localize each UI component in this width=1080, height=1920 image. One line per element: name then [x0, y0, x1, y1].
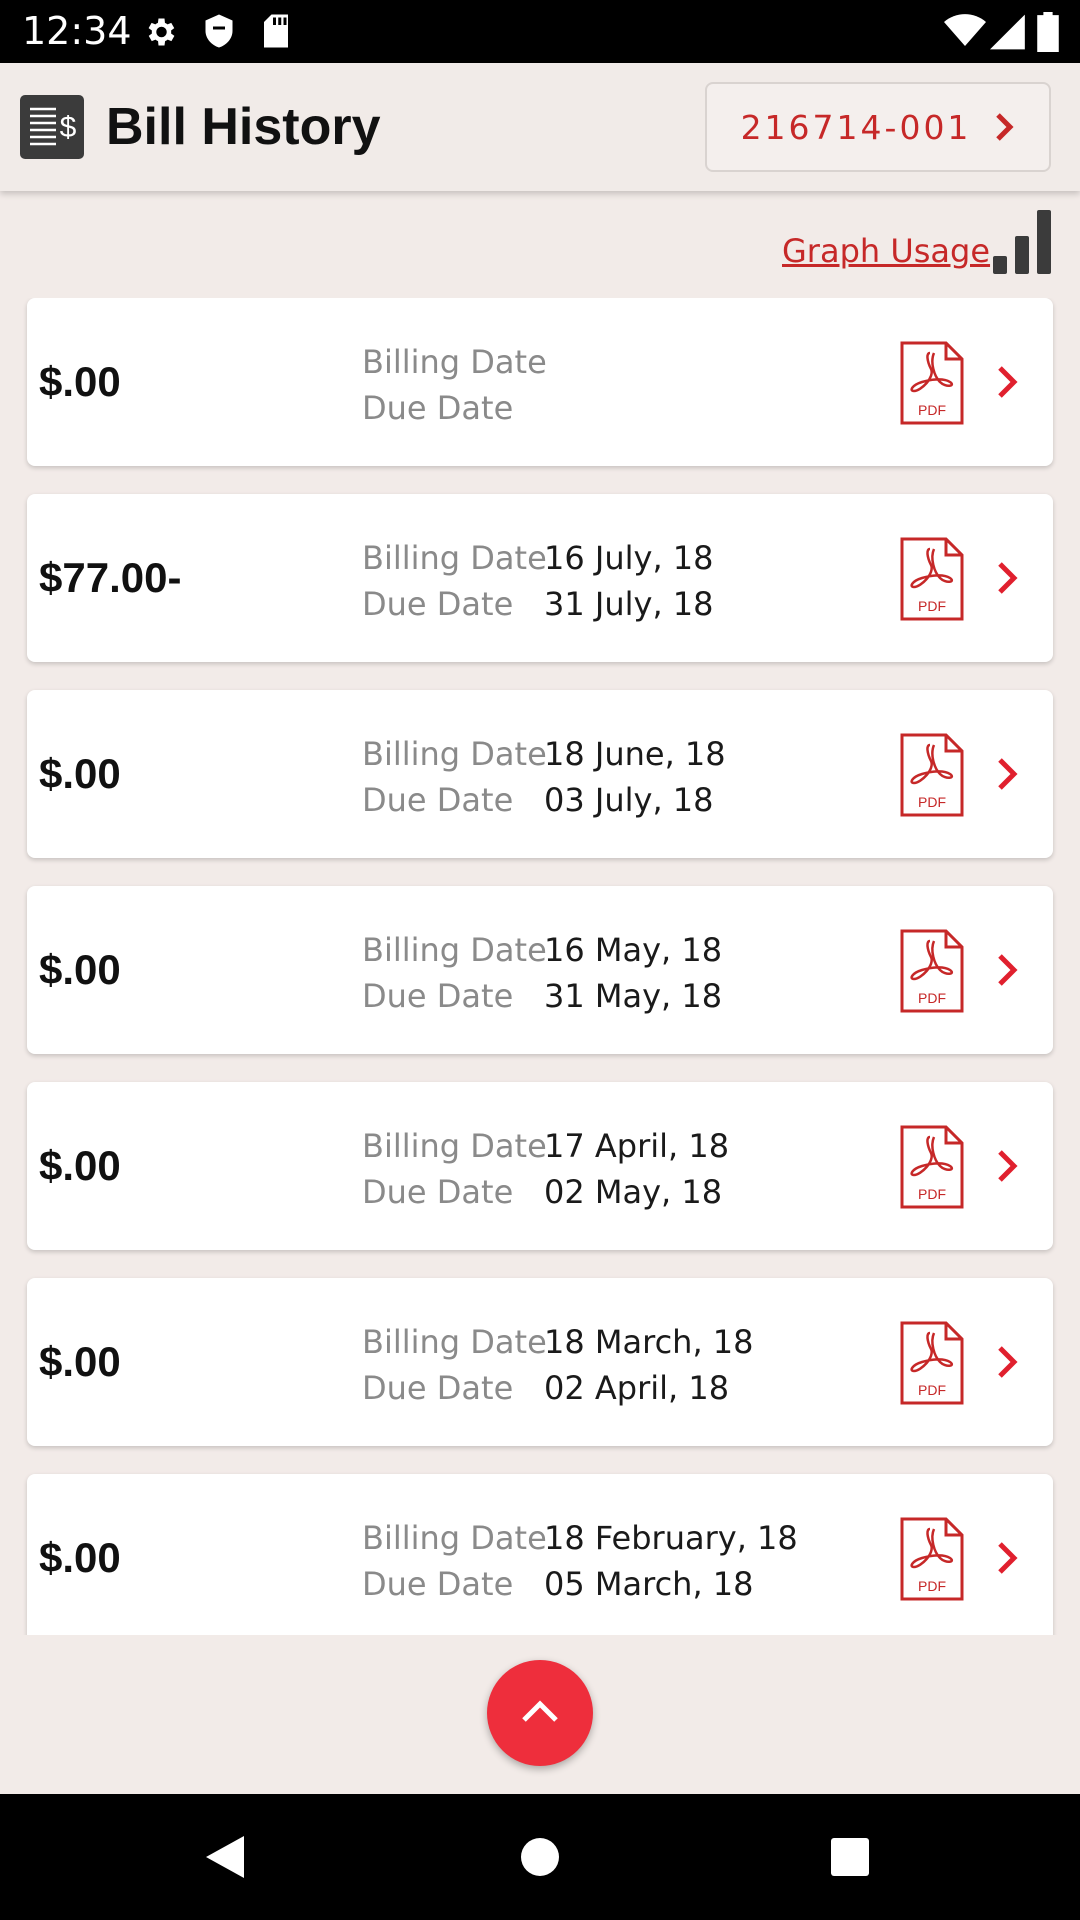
due-date-value: 05 March, 18	[544, 1565, 754, 1603]
due-date-label: Due Date	[362, 585, 514, 623]
bill-card[interactable]: $.00 Billing Date 18 June, 18 Due Date 0…	[27, 690, 1053, 858]
pdf-icon[interactable]: PDF	[900, 537, 964, 621]
scroll-to-top-button[interactable]	[487, 1660, 593, 1766]
pdf-icon[interactable]: PDF	[900, 1321, 964, 1405]
home-icon[interactable]	[520, 1837, 560, 1877]
billing-date-label: Billing Date	[362, 539, 547, 577]
bill-list[interactable]: $.00 Billing Date Due Date PDF $77.00- B…	[0, 298, 1080, 1635]
due-date-label: Due Date	[362, 781, 514, 819]
pdf-icon[interactable]: PDF	[900, 733, 964, 817]
billing-date-label: Billing Date	[362, 735, 547, 773]
billing-date-label: Billing Date	[362, 343, 547, 381]
pdf-label: PDF	[918, 990, 946, 1006]
chevron-right-icon	[998, 1150, 1018, 1182]
account-number: 216714-001	[740, 107, 972, 147]
bill-card[interactable]: $.00 Billing Date 16 May, 18 Due Date 31…	[27, 886, 1053, 1054]
bill-amount: $.00	[39, 1338, 121, 1385]
billing-date-value: 17 April, 18	[544, 1127, 730, 1165]
back-icon[interactable]	[204, 1834, 246, 1880]
chevron-up-icon	[522, 1700, 558, 1722]
shield-icon	[205, 14, 233, 48]
due-date-value: 31 July, 18	[544, 585, 714, 623]
wifi-icon	[944, 14, 986, 46]
pdf-label: PDF	[918, 794, 946, 810]
due-date-value: 02 April, 18	[544, 1369, 730, 1407]
status-time: 12:34	[22, 9, 132, 53]
bill-amount: $.00	[39, 946, 121, 993]
due-date-label: Due Date	[362, 1173, 514, 1211]
billing-date-value: 18 February, 18	[544, 1519, 798, 1557]
pdf-label: PDF	[918, 1186, 946, 1202]
chevron-right-icon	[998, 1346, 1018, 1378]
bill-amount: $.00	[39, 358, 121, 405]
chevron-right-icon	[998, 366, 1018, 398]
page-title: Bill History	[106, 98, 381, 156]
pdf-label: PDF	[918, 1578, 946, 1594]
billing-date-value: 18 June, 18	[544, 735, 726, 773]
bill-card[interactable]: $.00 Billing Date 18 March, 18 Due Date …	[27, 1278, 1053, 1446]
battery-icon	[1037, 12, 1059, 52]
pdf-label: PDF	[918, 598, 946, 614]
billing-date-value: 16 July, 18	[544, 539, 714, 577]
sd-card-icon	[264, 14, 288, 48]
chevron-right-icon	[998, 954, 1018, 986]
signal-icon	[990, 14, 1025, 50]
chevron-right-icon	[998, 758, 1018, 790]
bill-card[interactable]: $77.00- Billing Date 16 July, 18 Due Dat…	[27, 494, 1053, 662]
due-date-label: Due Date	[362, 389, 514, 427]
status-bar: 12:34	[0, 0, 1080, 63]
billing-date-label: Billing Date	[362, 1323, 547, 1361]
bar-chart-icon[interactable]	[993, 210, 1053, 274]
billing-date-value: 18 March, 18	[544, 1323, 754, 1361]
bill-dollar-icon: $	[20, 95, 84, 159]
due-date-label: Due Date	[362, 977, 514, 1015]
navigation-bar	[0, 1794, 1080, 1920]
pdf-icon[interactable]: PDF	[900, 341, 964, 425]
pdf-icon[interactable]: PDF	[900, 929, 964, 1013]
billing-date-label: Billing Date	[362, 1127, 547, 1165]
gear-icon	[148, 18, 175, 46]
bill-card[interactable]: $.00 Billing Date 18 February, 18 Due Da…	[27, 1474, 1053, 1635]
bill-amount: $.00	[39, 1142, 121, 1189]
bill-card[interactable]: $.00 Billing Date Due Date PDF	[27, 298, 1053, 466]
svg-text:$: $	[60, 111, 77, 144]
graph-usage-link[interactable]: Graph Usage	[782, 232, 990, 270]
billing-date-label: Billing Date	[362, 931, 547, 969]
pdf-icon[interactable]: PDF	[900, 1517, 964, 1601]
bill-amount: $.00	[39, 1534, 121, 1581]
due-date-label: Due Date	[362, 1565, 514, 1603]
due-date-value: 02 May, 18	[544, 1173, 723, 1211]
billing-date-label: Billing Date	[362, 1519, 547, 1557]
bill-amount: $.00	[39, 750, 121, 797]
account-selector-button[interactable]: 216714-001	[705, 82, 1051, 172]
recents-icon[interactable]	[830, 1837, 870, 1877]
pdf-label: PDF	[918, 1382, 946, 1398]
pdf-label: PDF	[918, 402, 946, 418]
chevron-right-icon	[998, 1542, 1018, 1574]
app-header: $ Bill History 216714-001	[0, 63, 1080, 191]
pdf-icon[interactable]: PDF	[900, 1125, 964, 1209]
due-date-value: 31 May, 18	[544, 977, 723, 1015]
bill-card[interactable]: $.00 Billing Date 17 April, 18 Due Date …	[27, 1082, 1053, 1250]
due-date-value: 03 July, 18	[544, 781, 714, 819]
due-date-label: Due Date	[362, 1369, 514, 1407]
chevron-right-icon	[996, 113, 1014, 141]
billing-date-value: 16 May, 18	[544, 931, 723, 969]
chevron-right-icon	[998, 562, 1018, 594]
bill-amount: $77.00-	[39, 554, 182, 601]
